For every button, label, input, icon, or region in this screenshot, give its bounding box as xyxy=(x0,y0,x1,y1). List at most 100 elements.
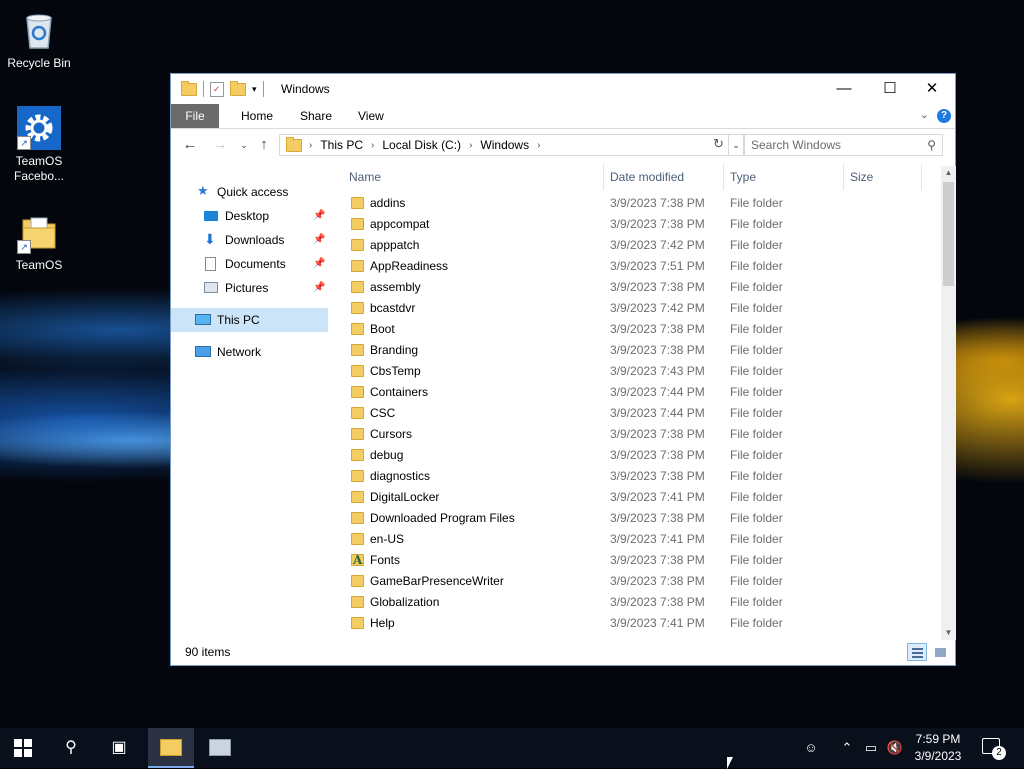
expand-ribbon-chevron-icon[interactable]: ⌄ xyxy=(920,108,929,121)
column-header-size[interactable]: Size xyxy=(850,164,873,190)
breadcrumb-separator-icon[interactable]: › xyxy=(306,140,315,151)
file-row[interactable]: diagnostics 3/9/2023 7:38 PM File folder xyxy=(341,466,921,487)
taskbar-file-explorer[interactable] xyxy=(148,728,194,768)
file-row[interactable]: Cursors 3/9/2023 7:38 PM File folder xyxy=(341,424,921,445)
file-row[interactable]: Globalization 3/9/2023 7:38 PM File folder xyxy=(341,592,921,613)
file-name: AppReadiness xyxy=(370,259,449,273)
details-view-button[interactable] xyxy=(907,643,927,661)
recent-locations-chevron-icon[interactable]: ⌄ xyxy=(235,135,253,155)
folder-icon xyxy=(351,218,364,230)
file-row[interactable]: GameBarPresenceWriter 3/9/2023 7:38 PM Fil… xyxy=(341,571,921,592)
properties-icon[interactable]: ✓ xyxy=(210,81,224,97)
scrollbar-thumb[interactable] xyxy=(943,182,954,286)
breadcrumb-separator-icon[interactable]: › xyxy=(368,140,377,151)
close-button[interactable]: ✕ xyxy=(909,74,955,104)
up-button[interactable]: ↑ xyxy=(255,135,273,155)
tab-share[interactable]: Share xyxy=(288,104,344,128)
file-row[interactable]: bcastdvr 3/9/2023 7:42 PM File folder xyxy=(341,298,921,319)
help-icon[interactable]: ? xyxy=(937,109,951,123)
pin-icon[interactable]: 📌 xyxy=(313,276,325,300)
address-bar[interactable]: › This PC › Local Disk (C:) › Windows › xyxy=(279,134,729,156)
back-button[interactable]: ← xyxy=(181,135,199,155)
pin-icon[interactable]: 📌 xyxy=(313,252,325,276)
customize-toolbar-chevron-icon[interactable]: ▾ xyxy=(252,84,257,95)
people-icon[interactable]: ☺ xyxy=(800,728,822,768)
column-header-name[interactable]: Name xyxy=(349,164,381,190)
file-row[interactable]: appcompat 3/9/2023 7:38 PM File folder xyxy=(341,214,921,235)
search-input[interactable]: Search Windows ⚲ xyxy=(744,134,943,156)
file-name: Boot xyxy=(370,322,395,336)
file-row[interactable]: assembly 3/9/2023 7:38 PM File folder xyxy=(341,277,921,298)
file-row[interactable]: debug 3/9/2023 7:38 PM File folder xyxy=(341,445,921,466)
address-dropdown-chevron-icon[interactable]: ⌄ xyxy=(729,134,744,156)
window-title: Windows xyxy=(281,82,330,96)
pin-icon[interactable]: 📌 xyxy=(313,204,325,228)
breadcrumb-separator-icon[interactable]: › xyxy=(534,140,543,151)
file-row[interactable]: en-US 3/9/2023 7:41 PM File folder xyxy=(341,529,921,550)
maximize-button[interactable]: ☐ xyxy=(867,74,913,104)
file-name: Help xyxy=(370,616,395,630)
nav-item-this-pc[interactable]: This PC xyxy=(171,308,328,332)
file-date-modified: 3/9/2023 7:44 PM xyxy=(610,385,705,399)
file-row[interactable]: DigitalLocker 3/9/2023 7:41 PM File folder xyxy=(341,487,921,508)
file-date-modified: 3/9/2023 7:43 PM xyxy=(610,364,705,378)
folder-icon xyxy=(286,136,302,152)
file-row[interactable]: CbsTemp 3/9/2023 7:43 PM File folder xyxy=(341,361,921,382)
file-row[interactable]: Boot 3/9/2023 7:38 PM File folder xyxy=(341,319,921,340)
pin-icon[interactable]: 📌 xyxy=(313,228,325,252)
scroll-up-arrow-icon[interactable]: ▲ xyxy=(941,166,956,180)
sort-ascending-icon: ⌃ xyxy=(468,164,476,165)
file-row[interactable]: Fonts 3/9/2023 7:38 PM File folder xyxy=(341,550,921,571)
minimize-button[interactable]: — xyxy=(821,74,867,104)
file-row[interactable]: Downloaded Program Files 3/9/2023 7:38 PM… xyxy=(341,508,921,529)
show-hidden-icons-chevron-icon[interactable]: ⌃ xyxy=(836,728,858,768)
file-row[interactable]: apppatch 3/9/2023 7:42 PM File folder xyxy=(341,235,921,256)
column-header-type[interactable]: Type xyxy=(730,164,756,190)
search-button[interactable]: ⚲ xyxy=(48,728,94,768)
breadcrumb-local-disk[interactable]: Local Disk (C:) xyxy=(377,138,466,152)
volume-muted-icon[interactable]: 🔇 xyxy=(884,728,906,768)
clock-time: 7:59 PM xyxy=(915,732,961,746)
breadcrumb-windows[interactable]: Windows xyxy=(475,138,534,152)
tab-home[interactable]: Home xyxy=(229,104,285,128)
folder-icon xyxy=(181,80,197,96)
nav-item-network[interactable]: Network xyxy=(171,340,328,364)
breadcrumb-separator-icon[interactable]: › xyxy=(466,140,475,151)
nav-item-quick-access[interactable]: ★ Quick access xyxy=(171,180,328,204)
new-folder-icon[interactable] xyxy=(230,80,246,96)
file-row[interactable]: Branding 3/9/2023 7:38 PM File folder xyxy=(341,340,921,361)
task-view-button[interactable]: ▣ xyxy=(96,728,142,768)
clock[interactable]: 7:59 PM 3/9/2023 xyxy=(908,731,968,765)
taskbar-app[interactable] xyxy=(197,728,243,768)
nav-item-documents[interactable]: Documents 📌 xyxy=(171,252,328,276)
quick-access-toolbar: ✓ ▾ xyxy=(181,80,264,97)
title-bar[interactable]: ✓ ▾ Windows — ☐ ✕ xyxy=(171,74,955,104)
file-row[interactable]: AppReadiness 3/9/2023 7:51 PM File folder xyxy=(341,256,921,277)
column-header-date-modified[interactable]: Date modified xyxy=(610,164,684,190)
breadcrumb-this-pc[interactable]: This PC xyxy=(315,138,368,152)
file-row[interactable]: CSC 3/9/2023 7:44 PM File folder xyxy=(341,403,921,424)
network-status-icon[interactable]: ▭ xyxy=(860,728,882,768)
file-name: addins xyxy=(370,196,406,210)
file-row[interactable]: Help 3/9/2023 7:41 PM File folder xyxy=(341,613,921,634)
file-row[interactable]: Containers 3/9/2023 7:44 PM File folder xyxy=(341,382,921,403)
vertical-scrollbar[interactable]: ▲ ▼ xyxy=(941,166,956,640)
desktop-icon-teamos-facebook[interactable]: ↗ TeamOS Facebo... xyxy=(2,106,76,184)
desktop-icon xyxy=(204,211,218,221)
nav-item-downloads[interactable]: ⬇ Downloads 📌 xyxy=(171,228,328,252)
tab-view[interactable]: View xyxy=(346,104,396,128)
scroll-down-arrow-icon[interactable]: ▼ xyxy=(941,626,956,640)
tab-file[interactable]: File xyxy=(171,104,219,128)
forward-button[interactable]: → xyxy=(211,135,229,155)
file-list: ⌃ Name Date modified Type Size addins 3/9… xyxy=(341,164,941,642)
start-button[interactable] xyxy=(0,728,46,768)
refresh-icon[interactable]: ↻ xyxy=(713,136,724,152)
large-icons-view-button[interactable] xyxy=(930,643,950,661)
file-name: assembly xyxy=(370,280,421,294)
nav-item-pictures[interactable]: Pictures 📌 xyxy=(171,276,328,300)
file-row[interactable]: addins 3/9/2023 7:38 PM File folder xyxy=(341,193,921,214)
desktop-icon-teamos[interactable]: ↗ TeamOS xyxy=(2,210,76,273)
desktop-icon-recycle-bin[interactable]: Recycle Bin xyxy=(2,8,76,71)
nav-item-desktop[interactable]: Desktop 📌 xyxy=(171,204,328,228)
folder-icon xyxy=(351,596,364,608)
